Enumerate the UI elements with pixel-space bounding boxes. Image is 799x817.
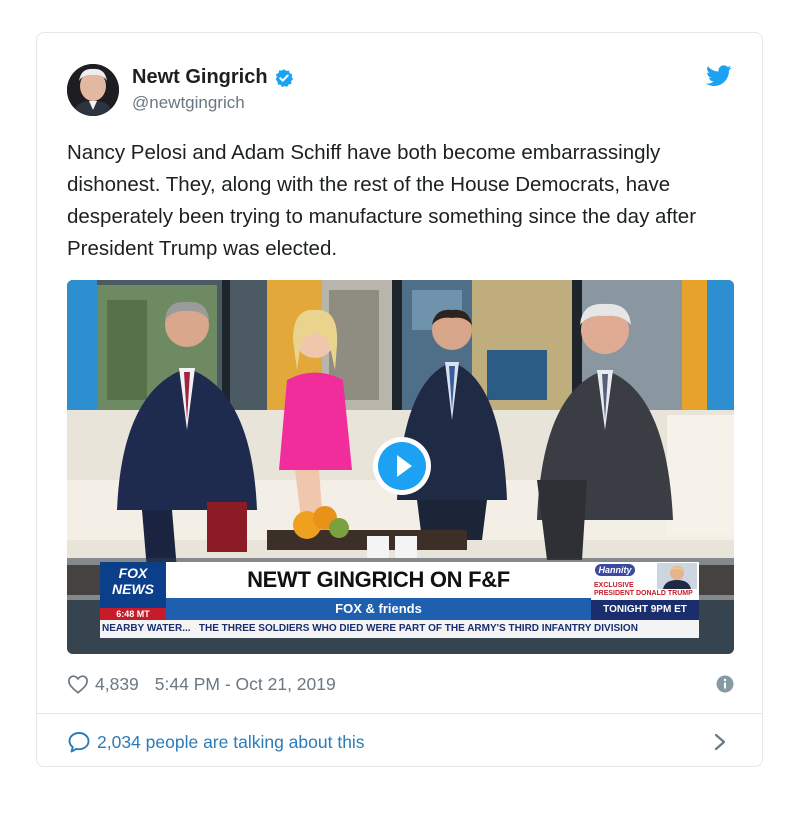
video-headline: NEWT GINGRICH ON F&F: [247, 567, 510, 592]
play-button[interactable]: [373, 437, 431, 495]
author-handle[interactable]: @newtgingrich: [132, 93, 294, 113]
news-ticker: NEARBY WATER... THE THREE SOLDIERS WHO D…: [102, 623, 638, 634]
avatar-photo: [67, 64, 119, 116]
news-logo: FOX NEWS: [112, 565, 154, 597]
tweet-timestamp[interactable]: 5:44 PM - Oct 21, 2019: [155, 674, 336, 695]
news-time: 6:48 MT: [116, 609, 150, 619]
like-control[interactable]: 4,839: [67, 674, 139, 695]
twitter-bird-icon[interactable]: [706, 65, 732, 87]
conversation-link[interactable]: 2,034 people are talking about this: [67, 727, 734, 757]
video-player[interactable]: FOX NEWS 6:48 MT NEWT GINGRICH ON F&F FO…: [67, 280, 734, 654]
promo-line: PRESIDENT DONALD TRUMP: [594, 590, 693, 597]
promo-exclusive: EXCLUSIVE: [594, 582, 634, 589]
conversation-text[interactable]: 2,034 people are talking about this: [97, 732, 365, 753]
play-icon: [378, 442, 426, 490]
promo-show: Hannity: [595, 564, 635, 576]
author-name[interactable]: Newt Gingrich: [132, 66, 268, 89]
tweet-card: Newt Gingrich @newtgingrich Nancy Pelosi…: [36, 32, 763, 767]
verified-icon: [275, 68, 293, 87]
comment-icon: [68, 732, 90, 753]
info-icon[interactable]: [716, 675, 734, 693]
divider: [37, 713, 762, 714]
like-count[interactable]: 4,839: [95, 674, 139, 695]
chevron-right-icon[interactable]: [714, 733, 726, 751]
author-name-row[interactable]: Newt Gingrich: [132, 66, 294, 89]
promo-portrait: [657, 563, 697, 589]
tweet-text: Nancy Pelosi and Adam Schiff have both b…: [67, 141, 697, 260]
heart-icon[interactable]: [67, 674, 89, 694]
show-name: FOX & friends: [335, 601, 422, 616]
author-block: Newt Gingrich @newtgingrich: [132, 66, 294, 113]
avatar[interactable]: [67, 64, 119, 116]
promo-time: TONIGHT 9PM ET: [603, 604, 687, 615]
tweet-meta: 4,839 5:44 PM - Oct 21, 2019: [67, 670, 734, 698]
